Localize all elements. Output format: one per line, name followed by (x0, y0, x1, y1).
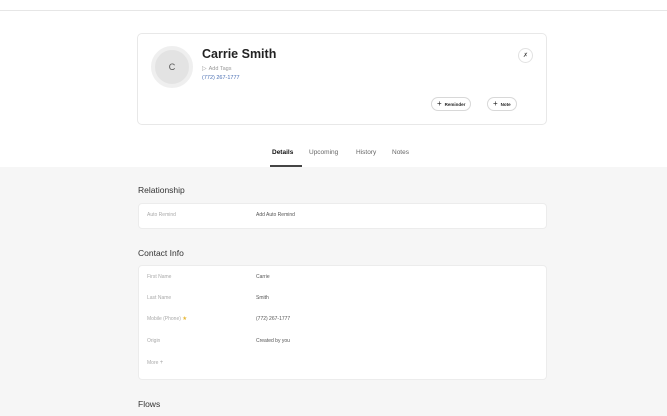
row-label: First Name (147, 274, 172, 280)
row-label: Mobile (Phone) ★ (147, 316, 187, 322)
last-name-row[interactable]: Last Name Smith (139, 295, 546, 307)
profile-card: C Carrie Smith ▷ Add Tags (772) 267-1777… (137, 33, 547, 125)
bell-off-icon: ✗ (522, 53, 529, 59)
add-tags-link[interactable]: ▷ Add Tags (202, 65, 232, 73)
top-divider (0, 10, 667, 11)
plus-icon: + (159, 360, 164, 366)
add-note-button[interactable]: + Note (487, 97, 517, 111)
more-label: More + (147, 360, 163, 366)
row-label: Origin (147, 338, 161, 344)
row-value: Carrie (256, 274, 270, 280)
star-icon: ★ (182, 316, 188, 322)
tab-upcoming[interactable]: Upcoming (309, 149, 338, 156)
row-label: Last Name (147, 295, 172, 301)
origin-row: Origin Created by you (139, 338, 546, 350)
phone-link[interactable]: (772) 267-1777 (202, 75, 240, 81)
contact-name: Carrie Smith (202, 47, 277, 61)
relationship-heading: Relationship (138, 185, 185, 195)
contact-info-heading: Contact Info (138, 248, 184, 258)
row-label: Auto Remind (147, 212, 176, 218)
mute-button[interactable]: ✗ (518, 48, 533, 63)
plus-icon: + (493, 99, 498, 108)
tab-history[interactable]: History (356, 149, 376, 156)
note-label: Note (500, 101, 511, 107)
relationship-section: Auto Remind Add Auto Remind (138, 203, 547, 229)
mobile-label: Mobile (Phone) (147, 316, 181, 322)
tag-icon: ▷ (202, 66, 207, 72)
active-tab-indicator (270, 165, 302, 167)
more-toggle[interactable]: More + (139, 360, 546, 372)
plus-icon: + (437, 99, 442, 108)
avatar[interactable]: C (151, 46, 193, 88)
add-auto-remind-link[interactable]: Add Auto Remind (256, 212, 295, 218)
mobile-phone-row[interactable]: Mobile (Phone) ★ (772) 267-1777 (139, 316, 546, 328)
row-value: (772) 267-1777 (256, 316, 291, 322)
add-reminder-button[interactable]: + Reminder (431, 97, 472, 111)
first-name-row[interactable]: First Name Carrie (139, 274, 546, 286)
row-value: Smith (256, 295, 269, 301)
more-text: More (147, 360, 159, 366)
flows-heading: Flows (138, 399, 161, 409)
tab-notes[interactable]: Notes (392, 149, 409, 156)
contact-info-section: First Name Carrie Last Name Smith Mobile… (138, 265, 547, 380)
tab-bar: Details Upcoming History Notes (0, 149, 667, 167)
avatar-initial: C (168, 62, 176, 72)
row-value: Created by you (256, 338, 290, 344)
auto-remind-row[interactable]: Auto Remind Add Auto Remind (139, 212, 546, 224)
tab-details[interactable]: Details (272, 149, 293, 156)
reminder-label: Reminder (444, 101, 466, 107)
add-tags-label: Add Tags (208, 65, 232, 72)
